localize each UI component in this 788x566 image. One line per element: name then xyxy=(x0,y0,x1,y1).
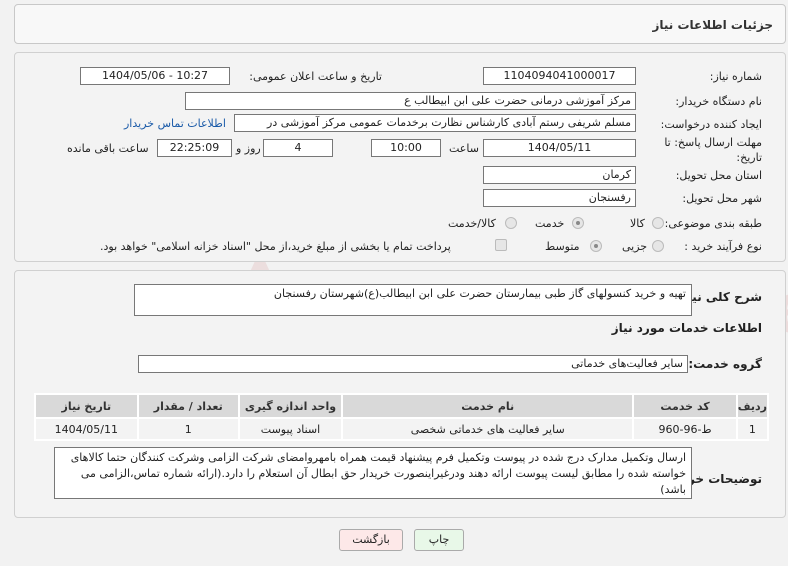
deadline-time-field: 10:00 xyxy=(371,139,441,157)
cell-service-code: ط-96-960 xyxy=(632,417,738,441)
col-service-name: نام خدمت xyxy=(341,393,635,419)
print-button[interactable]: چاپ xyxy=(414,529,464,551)
treasury-checkbox[interactable] xyxy=(495,239,507,251)
col-row: ردیف xyxy=(735,393,770,419)
buyer-notes-text: ارسال وتکمیل مدارک درج شده در پیوست وتکم… xyxy=(70,451,686,496)
deadline-label-date: تاریخ: xyxy=(736,151,762,164)
city-field: رفسنجان xyxy=(483,189,636,207)
services-heading: اطلاعات خدمات مورد نیاز xyxy=(611,321,762,335)
province-label: استان محل تحویل: xyxy=(675,169,762,182)
summary-text: تهیه و خرید کنسولهای گاز طبی بیمارستان ح… xyxy=(273,287,686,300)
page-header: جزئیات اطلاعات نیاز xyxy=(14,4,786,44)
category-option-service: خدمت xyxy=(535,217,565,230)
creator-label: ایجاد کننده درخواست: xyxy=(660,118,762,131)
col-quantity: تعداد / مقدار xyxy=(136,393,240,419)
buyer-org-field: مرکز آموزشی درمانی حضرت علی ابن ابیطالب … xyxy=(185,92,636,110)
category-label: طبقه بندی موضوعی: xyxy=(664,217,762,230)
page-title: جزئیات اطلاعات نیاز xyxy=(652,18,773,32)
need-number-label: شماره نیاز: xyxy=(709,70,762,83)
creator-field: مسلم شریفی رستم آبادی کارشناس نظارت برخد… xyxy=(234,114,636,132)
category-radio-goods[interactable] xyxy=(652,217,664,229)
city-label: شهر محل تحویل: xyxy=(682,192,762,205)
col-unit: واحد اندازه گیری xyxy=(237,393,344,419)
announce-date-field: 1404/05/06 - 10:27 xyxy=(80,67,230,85)
remaining-time-field: 22:25:09 xyxy=(157,139,232,157)
purchase-type-label: نوع فرآیند خرید : xyxy=(684,240,762,253)
category-radio-service[interactable] xyxy=(572,217,584,229)
remaining-label: ساعت باقی مانده xyxy=(67,142,149,155)
buyer-org-label: نام دستگاه خریدار: xyxy=(675,95,762,108)
days-count-field: 4 xyxy=(263,139,333,157)
announce-label: تاریخ و ساعت اعلان عمومی: xyxy=(249,70,382,83)
cell-need-date: 1404/05/11 xyxy=(34,417,139,441)
service-group-label: گروه خدمت: xyxy=(688,357,762,371)
buyer-contact-link[interactable]: اطلاعات تماس خریدار xyxy=(124,117,226,130)
back-button[interactable]: بازگشت xyxy=(339,529,403,551)
need-number-field: 1104094041000017 xyxy=(483,67,636,85)
purchase-option-minor: جزیی xyxy=(622,240,648,253)
cell-service-name: سایر فعالیت های خدماتی شخصی xyxy=(341,417,635,441)
col-service-code: کد خدمت xyxy=(632,393,738,419)
table-row: 1 ط-96-960 سایر فعالیت های خدماتی شخصی ا… xyxy=(34,417,770,441)
time-label: ساعت xyxy=(449,142,479,155)
services-table-header: ردیف کد خدمت نام خدمت واحد اندازه گیری ت… xyxy=(34,393,770,419)
category-option-goods-service: کالا/خدمت xyxy=(448,217,496,230)
purchase-radio-minor[interactable] xyxy=(652,240,664,252)
deadline-date-field: 1404/05/11 xyxy=(483,139,636,157)
cell-unit: اسناد پیوست xyxy=(237,417,344,441)
services-table: ردیف کد خدمت نام خدمت واحد اندازه گیری ت… xyxy=(34,393,770,441)
payment-note: پرداخت تمام یا بخشی از مبلغ خرید،از محل … xyxy=(100,240,451,253)
province-field: کرمان xyxy=(483,166,636,184)
summary-textarea: تهیه و خرید کنسولهای گاز طبی بیمارستان ح… xyxy=(134,284,692,316)
purchase-radio-medium[interactable] xyxy=(590,240,602,252)
buyer-notes-textarea: ارسال وتکمیل مدارک درج شده در پیوست وتکم… xyxy=(54,447,692,499)
days-label: روز و xyxy=(236,142,261,155)
category-radio-goods-service[interactable] xyxy=(505,217,517,229)
deadline-label: مهلت ارسال پاسخ: تا xyxy=(664,136,762,149)
col-need-date: تاریخ نیاز xyxy=(34,393,139,419)
cell-row: 1 xyxy=(735,417,770,441)
purchase-option-medium: متوسط xyxy=(545,240,580,253)
service-group-field: سایر فعالیت‌های خدماتی xyxy=(138,355,688,373)
category-option-goods: کالا xyxy=(630,217,645,230)
cell-quantity: 1 xyxy=(136,417,240,441)
